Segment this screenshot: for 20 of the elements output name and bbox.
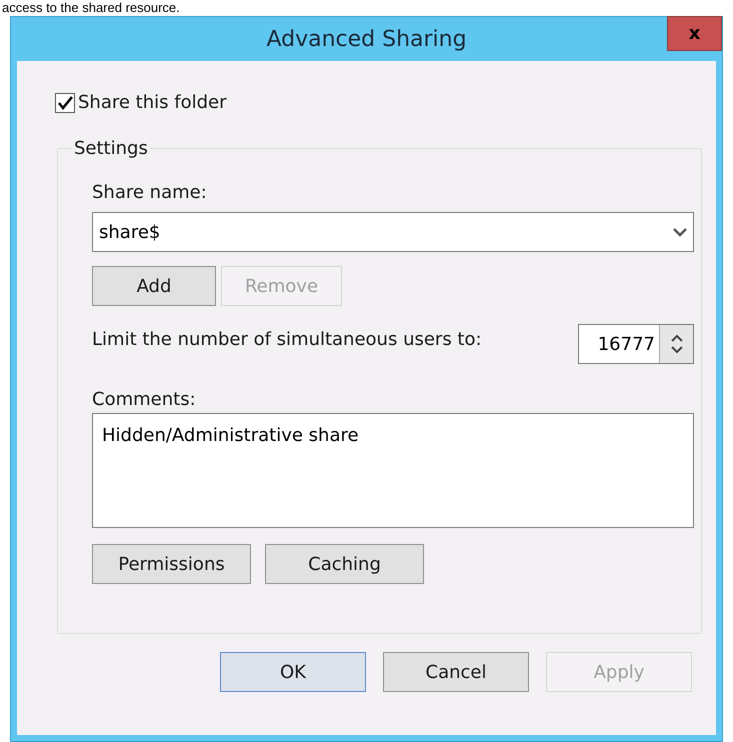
checkmark-icon (58, 96, 72, 110)
close-button[interactable]: x (667, 16, 722, 51)
window-title: Advanced Sharing (266, 26, 467, 54)
comments-field[interactable]: Hidden/Administrative share (92, 413, 694, 528)
push-button[interactable]: OK (220, 652, 366, 692)
checkbox[interactable] (55, 92, 75, 112)
push-button[interactable]: Permissions (92, 544, 251, 584)
caption-text: access to the shared resource. (1, 0, 181, 16)
chevron-down-icon (673, 227, 687, 237)
field-label: Share name: (92, 181, 208, 205)
push-button[interactable]: Caching (265, 544, 424, 584)
checkbox-label: Share this folder (78, 91, 226, 115)
share-name-combobox[interactable]: share$ (92, 212, 694, 252)
arrow-up-icon[interactable] (670, 334, 682, 342)
field-label: Limit the number of simultaneous users to: (92, 328, 482, 352)
push-button[interactable]: Add (92, 266, 216, 306)
user-limit-spinner[interactable]: 16777 (578, 324, 694, 364)
field-label: Comments: (92, 388, 197, 412)
arrow-down-icon[interactable] (670, 346, 682, 354)
push-button[interactable]: Cancel (383, 652, 529, 692)
